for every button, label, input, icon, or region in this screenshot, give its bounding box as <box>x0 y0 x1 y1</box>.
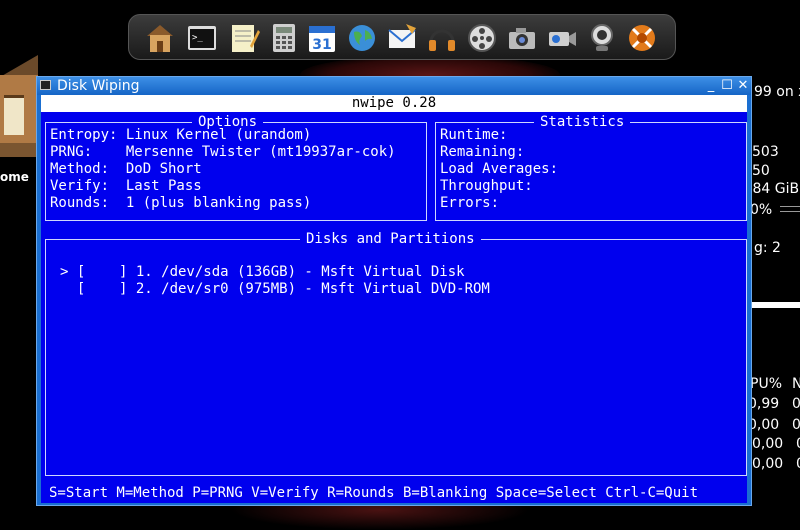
stat-remaining: Remaining: <box>440 144 525 160</box>
camera-icon[interactable] <box>505 21 539 55</box>
panel-text: 0% <box>750 202 773 218</box>
panel-text: 0 <box>796 436 800 452</box>
mail-icon[interactable] <box>385 21 419 55</box>
keyboard-shortcuts-bar: S=Start M=Method P=PRNG V=Verify R=Round… <box>49 485 699 501</box>
panel-text: ,84 GiB <box>748 181 800 197</box>
panel-text: N <box>792 376 800 392</box>
terminal-app-icon[interactable] <box>40 80 51 90</box>
headphones-icon[interactable] <box>425 21 459 55</box>
statistics-title: Statistics <box>534 114 631 130</box>
minimize-button[interactable]: _ <box>703 77 719 95</box>
panel-text: 99 on x <box>754 84 800 100</box>
disk-item[interactable]: > [ ] 1. /dev/sda (136GB) - Msft Virtual… <box>60 264 465 281</box>
stat-load-averages: Load Averages: <box>440 161 559 177</box>
disk-item[interactable]: [ ] 2. /dev/sr0 (975MB) - Msft Virtual D… <box>60 281 490 298</box>
close-button[interactable]: ✕ <box>735 77 751 95</box>
option-rounds: Rounds: 1 (plus blanking pass) <box>50 195 312 211</box>
globe-icon[interactable] <box>345 21 379 55</box>
desktop-home-icon[interactable] <box>0 55 40 185</box>
panel-text: 0 <box>792 396 800 412</box>
film-reel-icon[interactable] <box>465 21 499 55</box>
panel-bar <box>748 302 800 308</box>
calendar-icon[interactable]: 31 <box>305 21 339 55</box>
window-titlebar[interactable]: Disk Wiping _ ☐ ✕ <box>37 77 751 95</box>
window-title: Disk Wiping <box>57 78 140 94</box>
panel-progress-line <box>780 211 800 212</box>
panel-text: 0,00 <box>752 456 784 472</box>
disks-title: Disks and Partitions <box>300 231 481 247</box>
option-prng: PRNG: Mersenne Twister (mt19937ar-cok) <box>50 144 396 160</box>
panel-text: 0,00 <box>748 417 780 433</box>
home-folder-icon[interactable] <box>143 21 177 55</box>
disks-panel: Disks and Partitions > [ ] 1. /dev/sda (… <box>45 231 747 476</box>
panel-text: 0 <box>796 456 800 472</box>
terminal-area[interactable]: nwipe 0.28 Options Entropy: Linux Kernel… <box>41 95 747 503</box>
maximize-button[interactable]: ☐ <box>719 77 735 95</box>
svg-text:>_: >_ <box>192 33 203 43</box>
panel-text: 0 <box>792 417 800 433</box>
disk-wiping-window: Disk Wiping _ ☐ ✕ nwipe 0.28 Options Ent… <box>36 76 752 506</box>
option-method: Method: DoD Short <box>50 161 202 177</box>
statistics-panel: Statistics Runtime: Remaining: Load Aver… <box>435 114 747 221</box>
stat-runtime: Runtime: <box>440 127 508 143</box>
panel-text: 50 <box>752 163 770 179</box>
house-icon <box>0 55 38 157</box>
options-panel: Options Entropy: Linux Kernel (urandom) … <box>45 114 427 221</box>
panel-text: PU% <box>750 376 782 392</box>
video-camera-icon[interactable] <box>545 21 579 55</box>
terminal-icon[interactable]: >_ <box>185 21 219 55</box>
desktop-home-label: ome <box>0 170 29 184</box>
panel-text: g: 2 <box>754 240 781 256</box>
option-entropy: Entropy: Linux Kernel (urandom) <box>50 127 312 143</box>
webcam-icon[interactable] <box>585 21 619 55</box>
application-dock: >_ 31 <box>128 14 676 60</box>
panel-text: 503 <box>752 144 779 160</box>
option-verify: Verify: Last Pass <box>50 178 202 194</box>
calendar-day: 31 <box>312 37 331 53</box>
panel-text: 0,99 <box>748 396 780 412</box>
stat-errors: Errors: <box>440 195 500 211</box>
nwipe-header: nwipe 0.28 <box>41 95 747 112</box>
panel-text: 0,00 <box>752 436 784 452</box>
text-editor-icon[interactable] <box>227 21 261 55</box>
calculator-icon[interactable] <box>267 21 301 55</box>
xfce-settings-icon[interactable] <box>625 21 659 55</box>
stat-throughput: Throughput: <box>440 178 533 194</box>
background-monitor-panel: 99 on x 503 50 ,84 GiB 0% g: 2 PU% N 0,9… <box>748 76 800 512</box>
panel-progress-line <box>780 206 800 207</box>
